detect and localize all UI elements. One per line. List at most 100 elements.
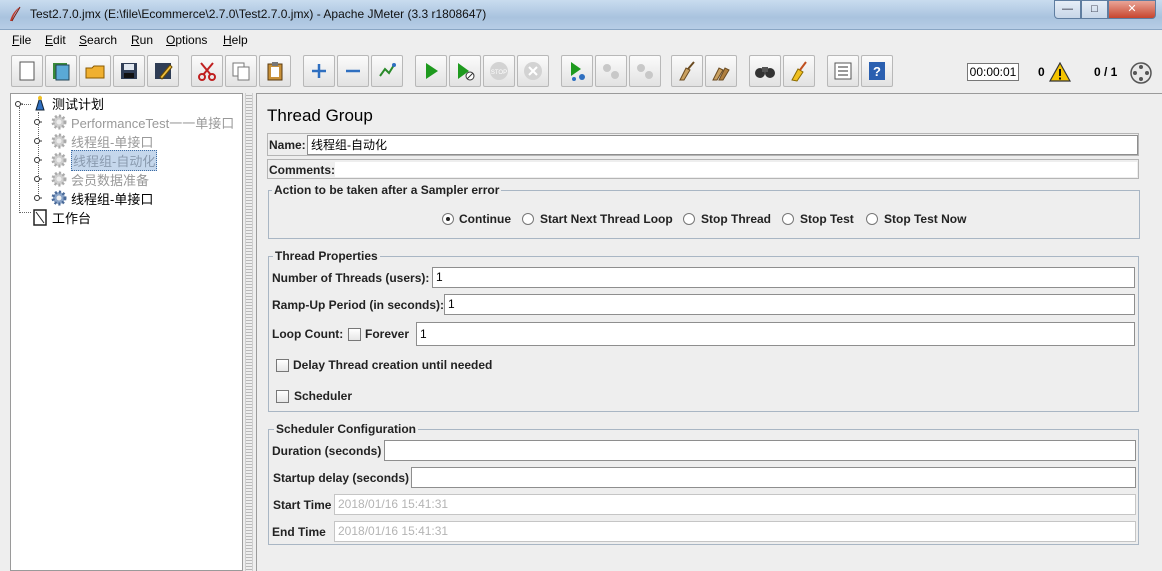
- split-pane-divider[interactable]: [245, 93, 253, 571]
- rampup-input[interactable]: 1: [444, 294, 1135, 315]
- tree-root-expand-handle[interactable]: [15, 100, 23, 108]
- gear-icon: [51, 114, 67, 130]
- tree-node-test-plan[interactable]: 测试计划: [31, 94, 104, 112]
- tree-expand-handle[interactable]: [34, 137, 42, 145]
- new-icon: [19, 61, 35, 81]
- tree-node-label: 线程组-自动化: [71, 149, 158, 171]
- search-button[interactable]: [749, 55, 781, 87]
- comments-input[interactable]: [334, 161, 1138, 178]
- tree-node-thread-group-selected[interactable]: 线程组-自动化: [50, 149, 158, 171]
- name-input[interactable]: 线程组-自动化: [307, 135, 1138, 155]
- shutdown-button[interactable]: [517, 55, 549, 87]
- startup-delay-label: Startup delay (seconds): [273, 471, 410, 485]
- cut-icon: [198, 62, 216, 81]
- maximize-button[interactable]: □: [1081, 0, 1108, 19]
- remote-stop-button[interactable]: [595, 55, 627, 87]
- tree-node-label: 线程组-单接口: [71, 191, 154, 207]
- loop-count-input[interactable]: 1: [416, 322, 1135, 346]
- forever-label[interactable]: Forever: [365, 327, 409, 341]
- scheduler-label[interactable]: Scheduler: [294, 389, 352, 403]
- start-no-pause-icon: [458, 63, 475, 81]
- clear-icon: [679, 61, 695, 81]
- stop-icon: STOP: [490, 62, 508, 80]
- radio-stop-thread[interactable]: [683, 213, 695, 225]
- delay-thread-label[interactable]: Delay Thread creation until needed: [293, 358, 492, 372]
- save-button[interactable]: [113, 55, 145, 87]
- sampler-error-title: Action to be taken after a Sampler error: [272, 183, 502, 197]
- radio-stop-test-now-label[interactable]: Stop Test Now: [884, 212, 966, 226]
- tree-node-label: 线程组-单接口: [71, 134, 154, 150]
- tree-node-workbench[interactable]: 工作台: [31, 208, 91, 226]
- remote-start-button[interactable]: [561, 55, 593, 87]
- tree-expand-handle[interactable]: [34, 194, 42, 202]
- open-button[interactable]: [79, 55, 111, 87]
- radio-stop-test[interactable]: [782, 213, 794, 225]
- remote-shutdown-button[interactable]: [629, 55, 661, 87]
- radio-stop-test-label[interactable]: Stop Test: [800, 212, 854, 226]
- cut-button[interactable]: [191, 55, 223, 87]
- threads-input[interactable]: 1: [432, 267, 1135, 288]
- startup-delay-input[interactable]: [411, 467, 1136, 488]
- new-button[interactable]: [11, 55, 43, 87]
- radio-start-next-loop-label[interactable]: Start Next Thread Loop: [540, 212, 673, 226]
- templates-icon: [53, 63, 70, 81]
- radio-continue[interactable]: [442, 213, 454, 225]
- reset-search-button[interactable]: [783, 55, 815, 87]
- search-icon: [755, 67, 775, 78]
- tree-node-thread-group[interactable]: 线程组-单接口: [50, 189, 153, 207]
- title-bar: Test2.7.0.jmx (E:\file\Ecommerce\2.7.0\T…: [0, 0, 1162, 30]
- menu-edit[interactable]: Edit: [45, 33, 66, 47]
- tree-expand-handle[interactable]: [34, 118, 42, 126]
- radio-continue-label[interactable]: Continue: [459, 212, 511, 226]
- thread-properties-title: Thread Properties: [273, 249, 380, 263]
- tree-node-thread-group[interactable]: 会员数据准备: [50, 170, 149, 188]
- start-icon: [426, 63, 438, 79]
- help-icon: ?: [869, 62, 885, 80]
- duration-label: Duration (seconds): [272, 444, 382, 458]
- close-button[interactable]: ✕: [1108, 0, 1156, 19]
- copy-button[interactable]: [225, 55, 257, 87]
- tree-node-thread-group[interactable]: 线程组-单接口: [50, 132, 153, 150]
- warning-icon[interactable]: [1049, 62, 1071, 82]
- save-as-icon: [155, 63, 173, 80]
- duration-input[interactable]: [384, 440, 1136, 461]
- tree-expand-handle[interactable]: [34, 175, 42, 183]
- toggle-icon: [379, 63, 396, 77]
- collapse-all-button[interactable]: [337, 55, 369, 87]
- menu-search[interactable]: Search: [79, 33, 117, 47]
- templates-button[interactable]: [45, 55, 77, 87]
- tree-node-thread-group[interactable]: PerformanceTest一一单接口: [50, 113, 234, 131]
- minimize-button[interactable]: —: [1054, 0, 1081, 19]
- paste-button[interactable]: [259, 55, 291, 87]
- menu-run[interactable]: Run: [131, 33, 153, 47]
- radio-stop-thread-label[interactable]: Stop Thread: [701, 212, 771, 226]
- help-button[interactable]: ?: [861, 55, 893, 87]
- menu-file[interactable]: File: [12, 33, 31, 47]
- menu-help[interactable]: Help: [223, 33, 248, 47]
- stop-button[interactable]: STOP: [483, 55, 515, 87]
- function-helper-button[interactable]: [827, 55, 859, 87]
- start-time-label: Start Time: [273, 498, 332, 512]
- error-count: 0: [1038, 65, 1045, 79]
- toggle-button[interactable]: [371, 55, 403, 87]
- end-time-label: End Time: [272, 525, 326, 539]
- end-time-input[interactable]: 2018/01/16 15:41:31: [334, 521, 1136, 542]
- forever-checkbox[interactable]: [348, 328, 361, 341]
- remote-stop-icon: [603, 64, 619, 79]
- start-button[interactable]: [415, 55, 447, 87]
- menu-options[interactable]: Options: [166, 33, 207, 47]
- clear-button[interactable]: [671, 55, 703, 87]
- tree-node-label: PerformanceTest一一单接口: [71, 115, 235, 131]
- save-as-button[interactable]: [147, 55, 179, 87]
- tree-expand-handle[interactable]: [34, 156, 42, 164]
- radio-stop-test-now[interactable]: [866, 213, 878, 225]
- shutdown-icon: [524, 62, 542, 80]
- start-no-pause-button[interactable]: [449, 55, 481, 87]
- start-time-input[interactable]: 2018/01/16 15:41:31: [334, 494, 1136, 515]
- radio-start-next-loop[interactable]: [522, 213, 534, 225]
- clear-all-button[interactable]: [705, 55, 737, 87]
- delay-thread-checkbox[interactable]: [276, 359, 289, 372]
- expand-icon: [312, 64, 326, 78]
- scheduler-checkbox[interactable]: [276, 390, 289, 403]
- expand-all-button[interactable]: [303, 55, 335, 87]
